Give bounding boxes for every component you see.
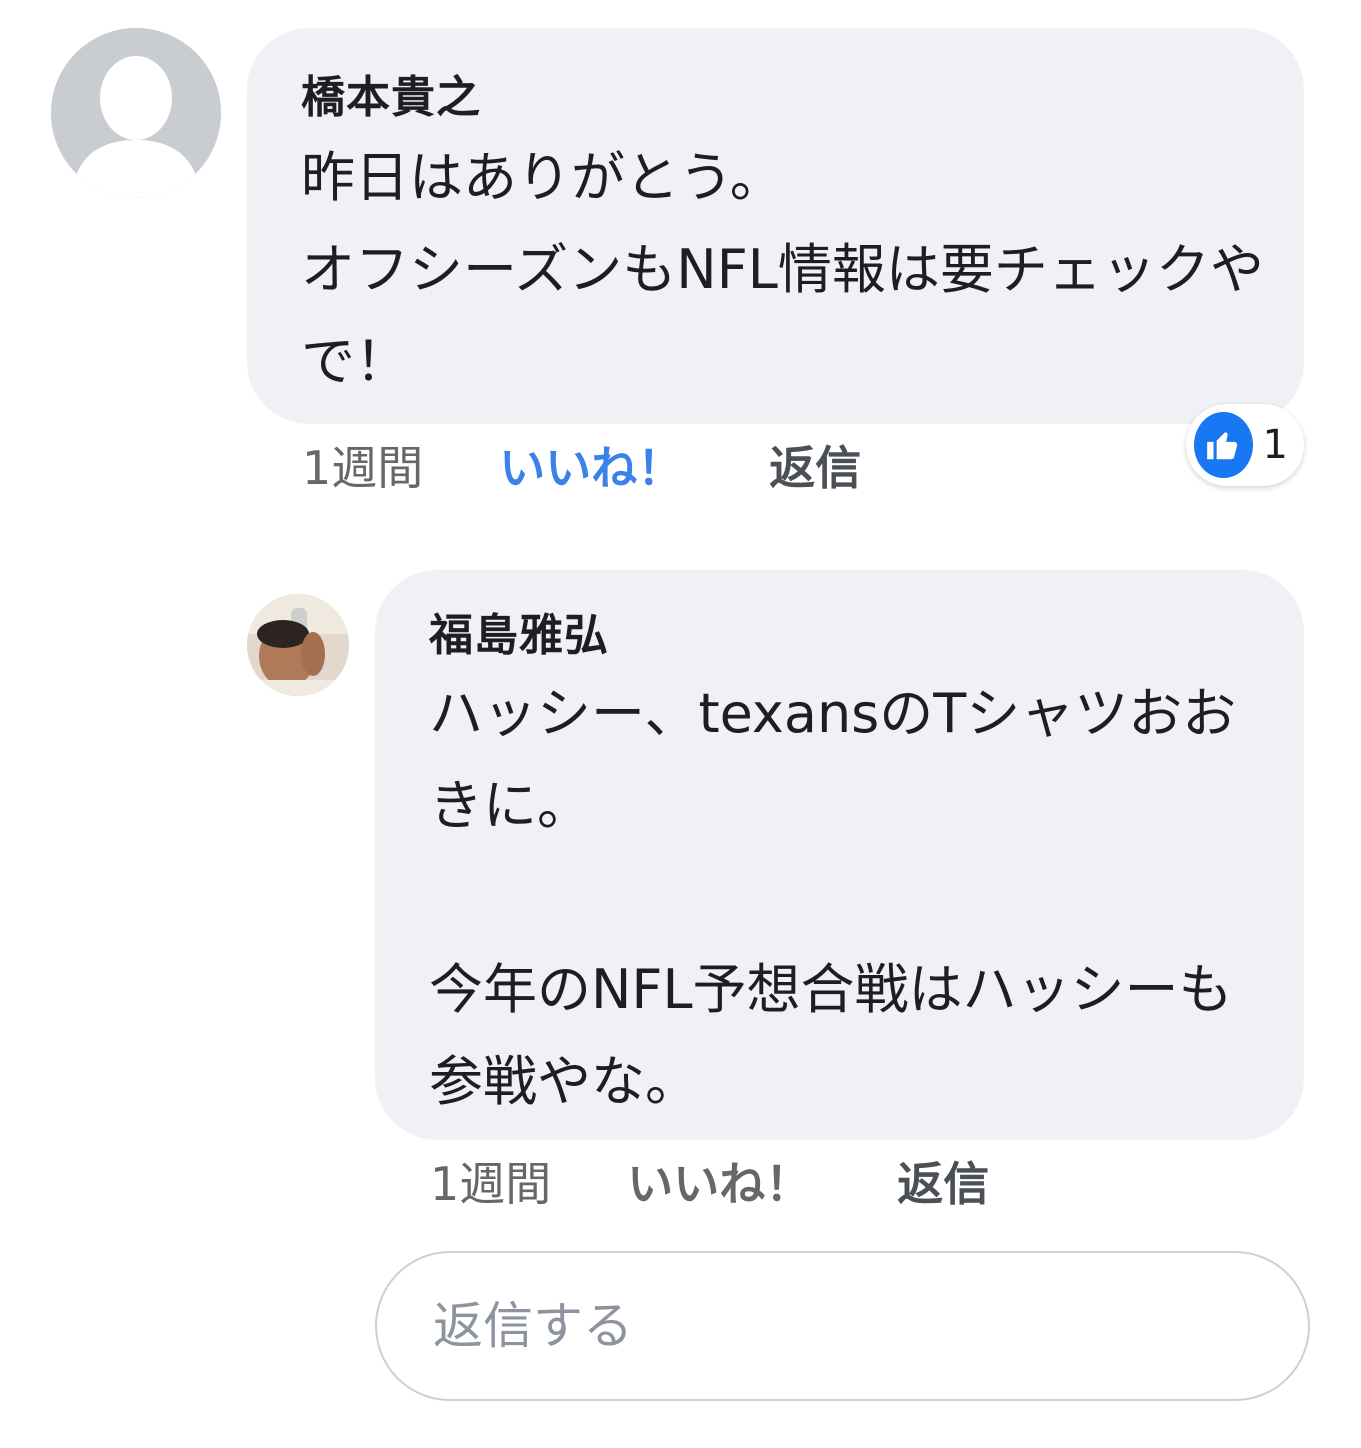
user-photo-icon xyxy=(247,594,349,696)
silhouette-icon xyxy=(51,28,221,198)
comment-text: 昨日はありがとう。 オフシーズンもNFL情報は要チェックやで！ xyxy=(301,146,1264,393)
comment-actions: 1週間 いいね！ 返信 xyxy=(302,438,861,498)
reply-author[interactable]: 福島雅弘 xyxy=(429,608,1264,664)
user-photo-avatar[interactable] xyxy=(247,594,349,696)
thumbs-up-icon xyxy=(1194,412,1253,478)
default-avatar-icon[interactable] xyxy=(51,28,221,198)
reaction-badge[interactable]: 1 xyxy=(1186,404,1304,486)
comment-bubble: 橋本貴之 昨日はありがとう。 オフシーズンもNFL情報は要チェックやで！ xyxy=(247,28,1304,424)
reaction-count: 1 xyxy=(1262,422,1288,468)
comment-author[interactable]: 橋本貴之 xyxy=(301,70,1264,126)
like-button[interactable]: いいね！ xyxy=(499,438,683,498)
comment-timestamp[interactable]: 1週間 xyxy=(302,438,423,498)
reply-timestamp[interactable]: 1週間 xyxy=(430,1154,551,1214)
reply-button[interactable]: 返信 xyxy=(897,1154,989,1214)
reply-bubble: 福島雅弘 ハッシー、texansのTシャツおおきに。 今年のNFL予想合戦はハッ… xyxy=(375,570,1304,1140)
reply-input[interactable] xyxy=(431,1296,1308,1356)
reply-actions: 1週間 いいね！ 返信 xyxy=(430,1154,989,1214)
reply-button[interactable]: 返信 xyxy=(769,438,861,498)
reply-input-container[interactable] xyxy=(375,1251,1310,1401)
like-button[interactable]: いいね！ xyxy=(627,1154,811,1214)
reply-text: ハッシー、texansのTシャツおおきに。 今年のNFL予想合戦はハッシーも参戦… xyxy=(429,682,1237,1113)
